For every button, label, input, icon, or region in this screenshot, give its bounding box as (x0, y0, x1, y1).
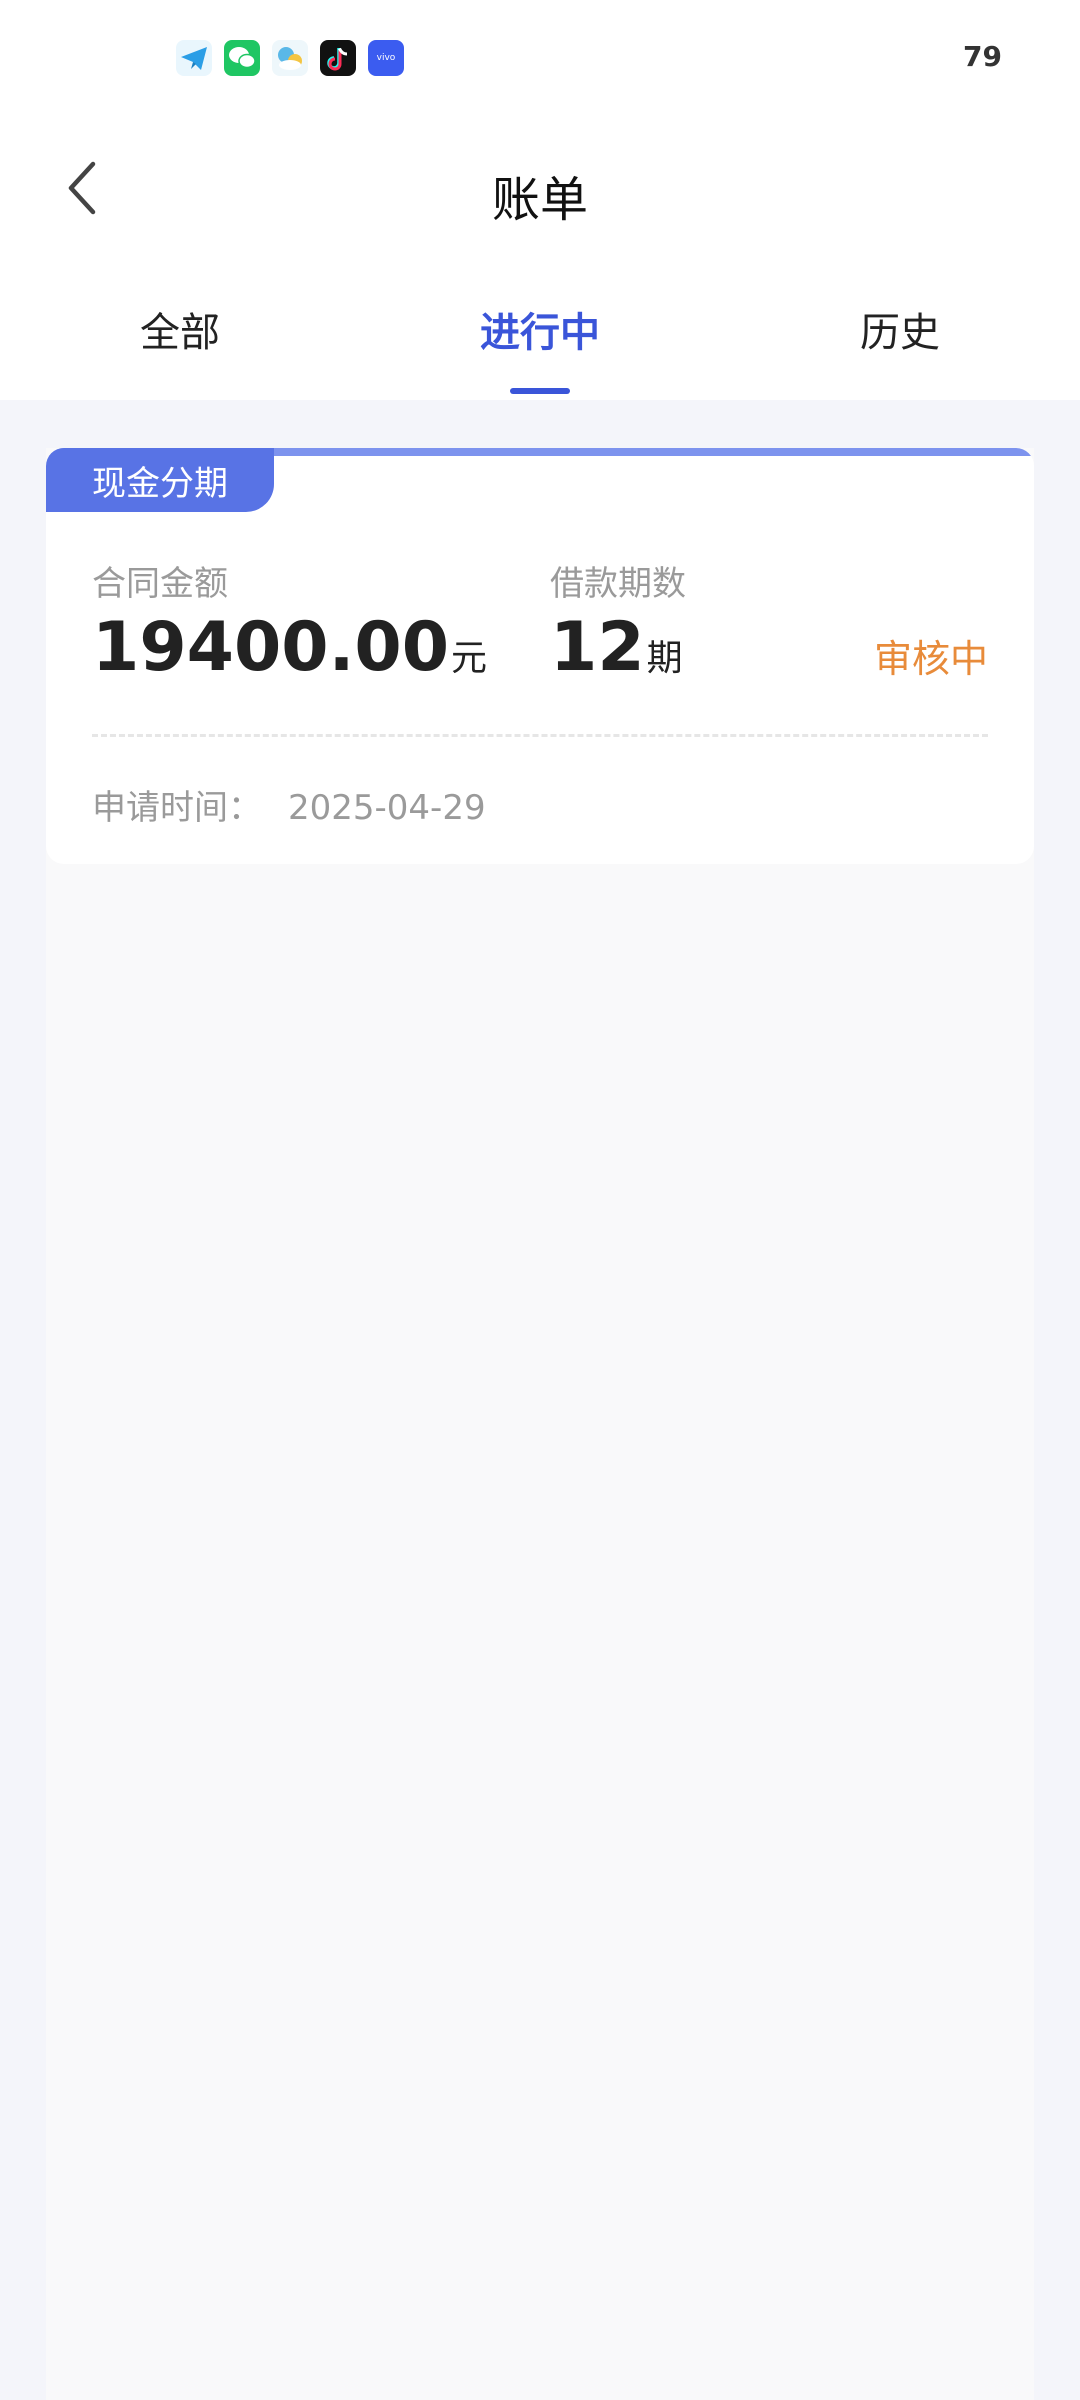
tab-bar: 全部 进行中 历史 (0, 290, 1080, 400)
nav-bar: 账单 (0, 130, 1080, 250)
amount-unit: 元 (451, 638, 488, 679)
loan-periods-value: 12 (550, 608, 645, 687)
apply-date: 2025-04-29 (288, 788, 486, 828)
contract-amount-label: 合同金额 (92, 564, 228, 604)
weather-icon (272, 40, 308, 76)
loan-periods: 12期 (550, 608, 683, 687)
status-badge: 审核中 (873, 637, 988, 681)
loan-type-tag: 现金分期 (46, 448, 274, 512)
tab-in-progress[interactable]: 进行中 (420, 300, 660, 358)
vivo-icon: vivo (368, 40, 404, 76)
dashed-divider (92, 734, 988, 737)
battery-level: 79 (963, 40, 1002, 73)
page-title: 账单 (491, 172, 588, 228)
tab-history[interactable]: 历史 (780, 300, 1020, 358)
douyin-icon (320, 40, 356, 76)
status-bar: vivo 79 (0, 0, 1080, 110)
loan-periods-label: 借款期数 (550, 564, 686, 604)
apply-time-row: 申请时间： 2025-04-29 (92, 780, 486, 829)
tab-active-indicator (510, 388, 570, 394)
contract-amount-value: 19400.00 (92, 608, 450, 687)
notification-icons: vivo (176, 40, 404, 76)
apply-time-label: 申请时间： (92, 788, 262, 828)
contract-amount: 19400.00元 (92, 608, 487, 687)
telegram-icon (176, 40, 212, 76)
wechat-icon (224, 40, 260, 76)
period-unit: 期 (646, 638, 683, 679)
tab-all[interactable]: 全部 (60, 300, 300, 358)
top-panel: vivo 79 账单 全部 进行中 历史 (0, 0, 1080, 400)
bill-card[interactable]: 现金分期 合同金额 19400.00元 借款期数 12期 审核中 申请时间： 20… (46, 448, 1034, 864)
